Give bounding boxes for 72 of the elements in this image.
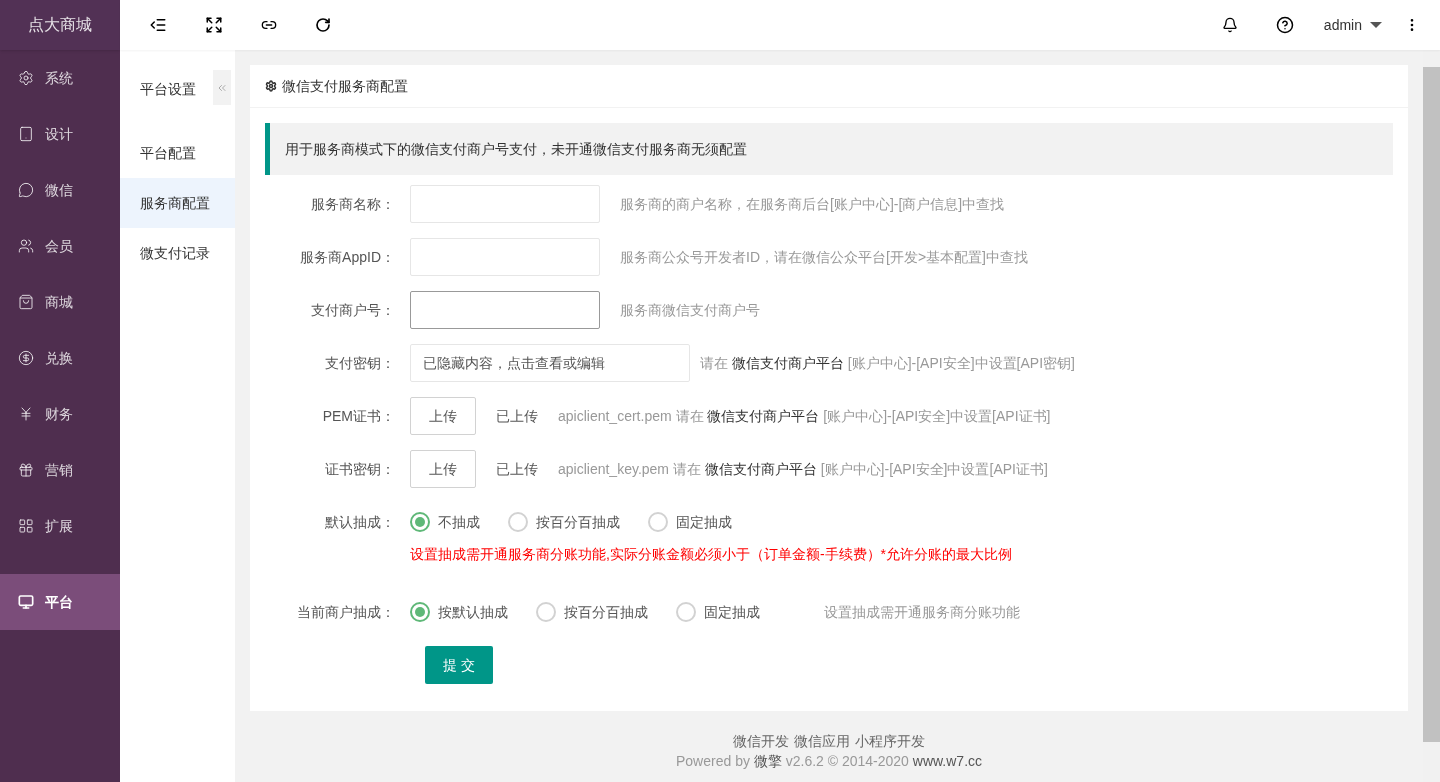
- field-label: PEM证书：: [321, 406, 396, 426]
- coin-icon: [18, 350, 34, 366]
- radio-option[interactable]: 按百分百抽成: [508, 511, 620, 533]
- field-label: 证书密钥：: [324, 459, 396, 479]
- subnav-item[interactable]: 平台配置: [120, 128, 235, 178]
- footer-link[interactable]: 小程序开发: [855, 731, 925, 751]
- field-label: 服务商AppID：: [299, 247, 396, 267]
- hint-text: apiclient_key.pem 请在 微信支付商户平台 [账户中心]-[API安全]中设置[API证书]: [558, 461, 1048, 477]
- chat-bubble-icon: [18, 182, 34, 198]
- footer-link[interactable]: 微擎: [753, 753, 782, 769]
- bag-icon: [18, 294, 34, 310]
- gear-icon: [265, 80, 277, 92]
- sidebar-item[interactable]: 兑换: [0, 330, 120, 386]
- monitor-icon: [18, 594, 34, 610]
- footer-link[interactable]: 微信应用: [794, 731, 850, 751]
- note-text: 设置抽成需开通服务商分账功能: [824, 602, 1020, 622]
- notice-bar: 用于服务商模式下的微信支付商户号支付，未开通微信支付服务商无须配置: [265, 123, 1393, 175]
- user-icon: [18, 238, 34, 254]
- field-label: 支付商户号：: [310, 300, 396, 320]
- sidebar-item[interactable]: 扩展: [0, 498, 120, 554]
- radio-option[interactable]: 按百分百抽成: [536, 601, 648, 623]
- upload-status: 已上传: [496, 406, 538, 426]
- upload-status: 已上传: [496, 459, 538, 479]
- menu-toggle-icon[interactable]: [149, 16, 167, 34]
- hint-text: apiclient_cert.pem 请在 微信支付商户平台 [账户中心]-[API安全]中设置[API证书]: [558, 408, 1051, 424]
- warning-text: 设置抽成需开通服务商分账功能,实际分账金额必须小于（订单金额-手续费）*允许分账的最大比例: [410, 545, 1012, 564]
- grid-icon: [18, 518, 34, 534]
- platform-link[interactable]: 微信支付商户平台: [707, 408, 820, 424]
- input-field[interactable]: 已隐藏内容，点击查看或编辑: [410, 344, 690, 382]
- field-label: 默认抽成：: [324, 512, 396, 532]
- footer-link[interactable]: 微信开发: [733, 731, 789, 751]
- platform-link[interactable]: 微信支付商户平台: [704, 461, 817, 477]
- powered-by-text: Powered by 微擎 v2.6.2 © 2014-2020 www.w7.cc: [676, 752, 982, 771]
- field-label: 服务商名称：: [310, 194, 396, 214]
- help-icon[interactable]: [1275, 16, 1294, 34]
- yen-icon: [18, 406, 34, 422]
- field-label: 当前商户抽成：: [296, 602, 396, 622]
- upload-button[interactable]: 上传: [410, 450, 476, 488]
- hint-text: 请在 微信支付商户平台 [账户中心]-[API安全]中设置[API密钥]: [700, 355, 1075, 371]
- input-field[interactable]: [410, 291, 600, 329]
- subnav-title: 平台设置: [140, 79, 196, 99]
- subnav-item[interactable]: 微支付记录: [120, 228, 235, 278]
- sidebar-item[interactable]: 微信: [0, 162, 120, 218]
- fullscreen-icon[interactable]: [205, 16, 223, 34]
- hint-text: 服务商的商户名称，在服务商后台[账户中心]-[商户信息]中查找: [620, 196, 1005, 212]
- footer-link[interactable]: www.w7.cc: [912, 753, 982, 769]
- upload-button[interactable]: 上传: [410, 397, 476, 435]
- tablet-icon: [18, 126, 34, 142]
- sidebar-item[interactable]: 系统: [0, 50, 120, 106]
- radio-option[interactable]: 按默认抽成: [410, 601, 508, 623]
- sidebar-item[interactable]: 会员: [0, 218, 120, 274]
- sidebar-item[interactable]: 平台: [0, 574, 120, 630]
- bell-icon[interactable]: [1221, 17, 1238, 33]
- sidebar-item[interactable]: 商城: [0, 274, 120, 330]
- radio-option[interactable]: 固定抽成: [648, 511, 732, 533]
- platform-link[interactable]: 微信支付商户平台: [731, 355, 844, 371]
- hint-text: 服务商公众号开发者ID，请在微信公众平台[开发>基本配置]中查找: [620, 249, 1028, 265]
- hint-text: 服务商微信支付商户号: [620, 302, 760, 318]
- radio-option[interactable]: 不抽成: [410, 511, 480, 533]
- sidebar-item[interactable]: 营销: [0, 442, 120, 498]
- submit-button[interactable]: 提 交: [425, 646, 493, 684]
- gift-icon: [18, 462, 34, 478]
- card-title: 微信支付服务商配置: [282, 76, 408, 96]
- gear-icon: [18, 70, 34, 86]
- field-label: 支付密钥：: [324, 353, 396, 373]
- user-menu[interactable]: admin: [1323, 14, 1382, 36]
- brand-title: 点大商城: [0, 0, 120, 50]
- subnav-item[interactable]: 服务商配置: [120, 178, 235, 228]
- radio-option[interactable]: 固定抽成: [676, 601, 760, 623]
- sidebar-item[interactable]: 财务: [0, 386, 120, 442]
- sidebar-item[interactable]: 设计: [0, 106, 120, 162]
- refresh-icon[interactable]: [315, 17, 331, 33]
